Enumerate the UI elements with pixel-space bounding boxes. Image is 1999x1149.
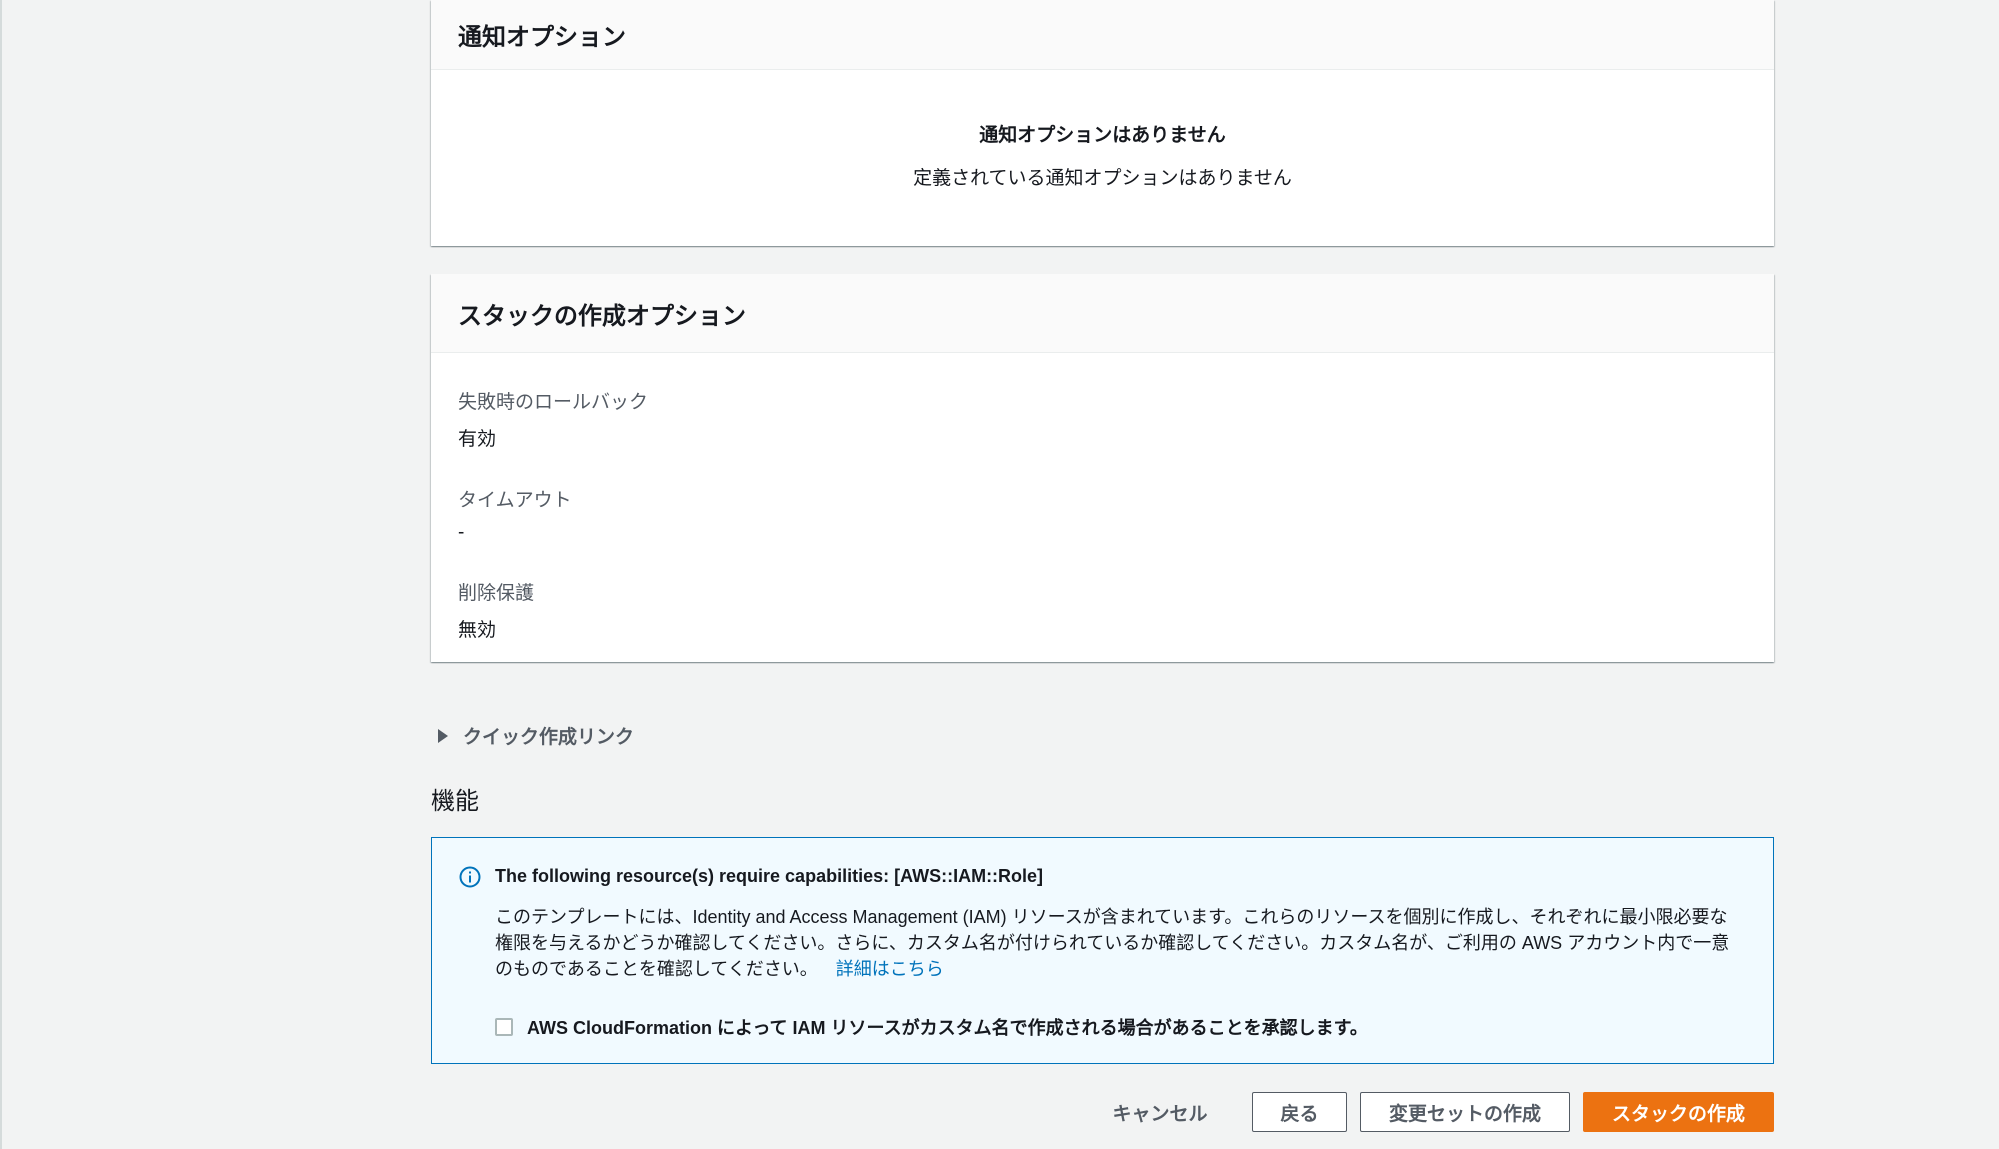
field-value: 無効 (458, 620, 497, 641)
page-left-border (0, 0, 2, 1149)
learn-more-link[interactable]: 詳細はこちら (836, 959, 944, 979)
iam-acknowledge-checkbox[interactable] (495, 1018, 513, 1036)
notification-options-panel: 通知オプション 通知オプションはありません 定義されている通知オプションはありま… (431, 0, 1774, 246)
stack-creation-options-title: スタックの作成オプション (431, 274, 1774, 353)
notification-empty-state: 通知オプションはありません 定義されている通知オプションはありません (431, 70, 1774, 190)
caret-right-icon (438, 728, 448, 743)
field-label: タイムアウト (458, 490, 572, 511)
quick-create-link-label: クイック作成リンク (463, 727, 635, 748)
stack-creation-options-panel: スタックの作成オプション 失敗時のロールバック 有効 タイムアウト - 削除保護… (431, 274, 1774, 662)
alert-body-text: このテンプレートには、Identity and Access Managemen… (495, 907, 1730, 979)
iam-acknowledge-label[interactable]: AWS CloudFormation によって IAM リソースがカスタム名で作… (527, 1014, 1368, 1040)
field-label: 削除保護 (458, 583, 535, 604)
create-change-set-button[interactable]: 変更セットの作成 (1360, 1092, 1570, 1132)
iam-acknowledge-checkbox-row[interactable]: AWS CloudFormation によって IAM リソースがカスタム名で作… (495, 1014, 1368, 1040)
timeout-field: タイムアウト - (431, 485, 1774, 544)
capabilities-alert: The following resource(s) require capabi… (431, 837, 1774, 1064)
alert-title: The following resource(s) require capabi… (495, 866, 1044, 886)
cancel-button[interactable]: キャンセル (1105, 1092, 1215, 1132)
field-value: - (458, 522, 465, 543)
quick-create-link-expander[interactable]: クイック作成リンク (438, 722, 634, 749)
field-label: 失敗時のロールバック (458, 392, 649, 413)
notification-empty-subtitle: 定義されている通知オプションはありません (913, 168, 1292, 189)
notification-empty-title: 通知オプションはありません (979, 125, 1226, 146)
rollback-on-failure-field: 失敗時のロールバック 有効 (431, 387, 1774, 451)
capabilities-heading: 機能 (431, 788, 479, 815)
notification-options-title: 通知オプション (431, 0, 1774, 70)
back-button[interactable]: 戻る (1252, 1092, 1347, 1132)
info-circle-icon (459, 866, 481, 888)
create-stack-button[interactable]: スタックの作成 (1583, 1092, 1774, 1132)
alert-body: このテンプレートには、Identity and Access Managemen… (495, 904, 1745, 982)
termination-protection-field: 削除保護 無効 (431, 578, 1774, 642)
field-value: 有効 (458, 429, 497, 450)
